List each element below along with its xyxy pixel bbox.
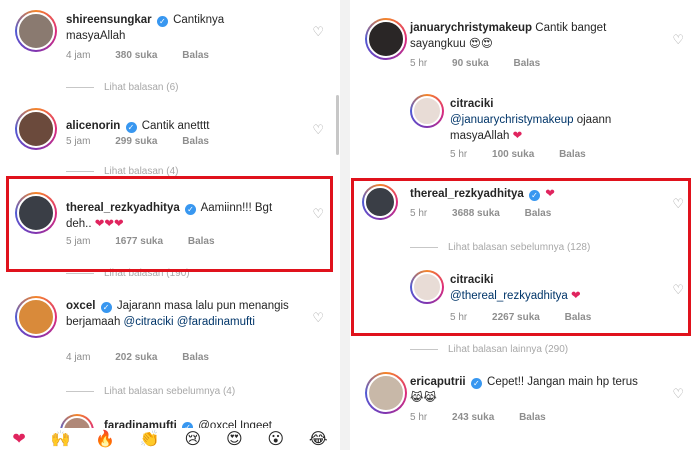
comment-text: januarychristymakeup Cantik banget sayan…: [410, 20, 640, 52]
surprised-face-icon[interactable]: 😮: [267, 429, 284, 449]
view-replies-link[interactable]: Lihat balasan lainnya (290): [410, 344, 568, 355]
avatar[interactable]: [15, 108, 57, 150]
heart-eyes-icon[interactable]: 😍: [226, 429, 243, 449]
scrollbar[interactable]: [336, 95, 339, 155]
timestamp: 5 hr: [410, 412, 428, 423]
username[interactable]: ericaputrii: [410, 376, 466, 388]
reply-button[interactable]: Balas: [514, 58, 541, 69]
like-count[interactable]: 243 suka: [452, 412, 494, 423]
like-count[interactable]: 90 suka: [452, 58, 489, 69]
verified-badge-icon: ✓: [100, 302, 112, 313]
mention-link[interactable]: @citraciki: [124, 316, 174, 328]
mention-link[interactable]: @faradinamufti: [177, 316, 255, 328]
username[interactable]: alicenorin: [66, 120, 120, 132]
reply-button[interactable]: Balas: [182, 136, 209, 147]
reply-button[interactable]: Balas: [182, 352, 209, 363]
mention-link[interactable]: @januarychristymakeup: [450, 114, 574, 126]
verified-badge-icon: ✓: [470, 378, 482, 389]
username[interactable]: januarychristymakeup: [410, 22, 532, 34]
raising-hands-icon[interactable]: 🙌: [51, 429, 71, 449]
timestamp: 5 hr: [410, 58, 428, 69]
like-count[interactable]: 202 suka: [115, 352, 157, 363]
username[interactable]: shireensungkar: [66, 14, 152, 26]
emoji-reaction-bar: ❤ 🙌 🔥 👏 😢 😍 😮 😂: [0, 428, 340, 450]
emoji: 😹😹: [410, 392, 437, 404]
avatar[interactable]: [15, 10, 57, 52]
comment-text: ericaputrii ✓ Cepet!! Jangan main hp ter…: [410, 374, 640, 406]
timestamp: 4 jam: [66, 352, 91, 363]
heart-outline-icon[interactable]: ♡: [312, 24, 324, 40]
like-count[interactable]: 100 suka: [492, 149, 534, 160]
highlight-box: [351, 178, 691, 336]
panel-divider: [340, 0, 350, 450]
comment-text: shireensungkar ✓ Cantiknya masyaAllah: [66, 12, 286, 44]
comment-text: oxcel ✓ Jajarann masa lalu pun menangis …: [66, 298, 296, 330]
comment-meta: 4 jam 202 suka Balas: [66, 352, 231, 363]
avatar[interactable]: [365, 18, 407, 60]
avatar[interactable]: [15, 296, 57, 338]
comment-meta: 5 jam 299 suka Balas: [66, 136, 231, 147]
highlight-box: [6, 176, 333, 272]
view-replies-link[interactable]: Lihat balasan (6): [66, 82, 179, 93]
comment-meta: 5 hr 100 suka Balas: [450, 149, 608, 160]
right-comment-panel: januarychristymakeup Cantik banget sayan…: [350, 0, 700, 450]
red-heart-icon[interactable]: ❤: [12, 429, 25, 449]
heart-outline-icon[interactable]: ♡: [312, 122, 324, 138]
heart-outline-icon[interactable]: ♡: [312, 310, 324, 326]
comment-meta: 5 hr 243 suka Balas: [410, 412, 568, 423]
username[interactable]: oxcel: [66, 300, 95, 312]
emoji: 😍😍: [468, 38, 493, 50]
reply-button[interactable]: Balas: [182, 50, 209, 61]
comment-text: alicenorin ✓ Cantik anetttt: [66, 118, 286, 134]
comment-body: Cepet!! Jangan main hp terus: [487, 376, 638, 388]
verified-badge-icon: ✓: [156, 16, 168, 27]
timestamp: 5 jam: [66, 136, 91, 147]
timestamp: 4 jam: [66, 50, 91, 61]
heart-outline-icon[interactable]: ♡: [672, 32, 684, 48]
avatar[interactable]: [410, 94, 444, 128]
reply-button[interactable]: Balas: [559, 149, 586, 160]
comment-text: citraciki @januarychristymakeup ojaann m…: [450, 96, 640, 144]
like-count[interactable]: 380 suka: [115, 50, 157, 61]
timestamp: 5 hr: [450, 149, 468, 160]
verified-badge-icon: ✓: [125, 122, 137, 133]
left-comment-panel: shireensungkar ✓ Cantiknya masyaAllah 4 …: [0, 0, 340, 450]
heart-emoji: ❤: [512, 130, 523, 142]
fire-icon[interactable]: 🔥: [95, 429, 115, 449]
reply-button[interactable]: Balas: [519, 412, 546, 423]
crying-face-icon[interactable]: 😢: [185, 429, 202, 449]
view-replies-link[interactable]: Lihat balasan sebelumnya (4): [66, 386, 235, 397]
comment-meta: 4 jam 380 suka Balas: [66, 50, 231, 61]
clapping-hands-icon[interactable]: 👏: [140, 429, 160, 449]
comment-body: Cantik anetttt: [141, 120, 210, 132]
heart-outline-icon[interactable]: ♡: [672, 386, 684, 402]
like-count[interactable]: 299 suka: [115, 136, 157, 147]
laughing-face-icon[interactable]: 😂: [309, 429, 328, 449]
username[interactable]: citraciki: [450, 98, 493, 110]
avatar[interactable]: [365, 372, 407, 414]
comment-meta: 5 hr 90 suka Balas: [410, 58, 562, 69]
